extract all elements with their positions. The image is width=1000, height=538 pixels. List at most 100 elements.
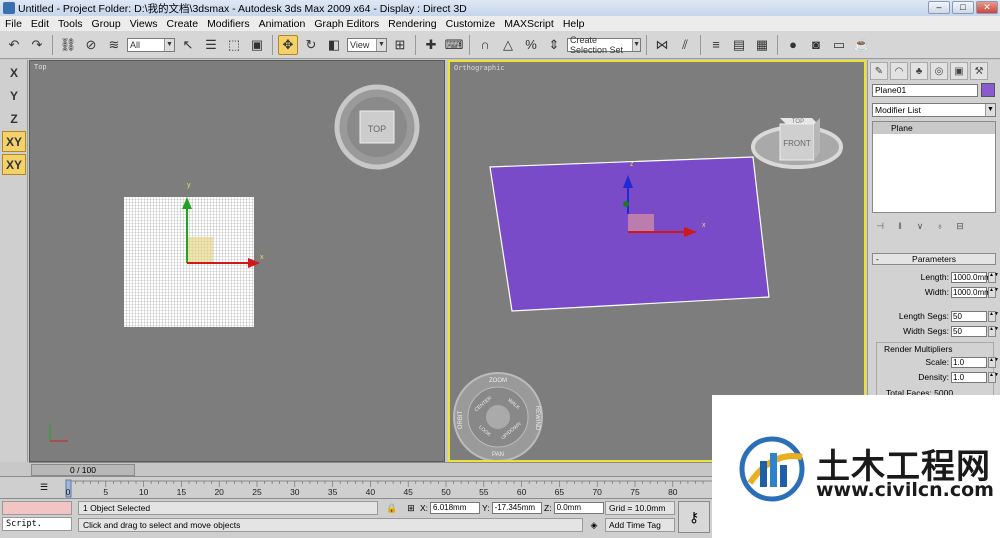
make-unique-icon[interactable]: ∨: [912, 219, 928, 233]
menu-file[interactable]: File: [0, 18, 26, 30]
configure-sets-icon[interactable]: ⊟: [952, 219, 968, 233]
select-object-icon[interactable]: ↖: [178, 35, 198, 55]
create-tab-icon[interactable]: ✎: [870, 62, 888, 80]
length-field[interactable]: 1000.0mm: [951, 271, 991, 283]
track-bar[interactable]: ☰ 0 5 10 15 20 25 30 35 40 45 50 55 60 65 70 75 80: [0, 476, 712, 498]
axis-xy-alt-button[interactable]: XY: [2, 154, 26, 175]
hierarchy-tab-icon[interactable]: ♣: [910, 62, 928, 80]
width-segs-field[interactable]: 50: [951, 325, 987, 337]
menu-customize[interactable]: Customize: [441, 18, 500, 30]
coord-z-field[interactable]: 0.0mm: [553, 502, 604, 514]
density-field[interactable]: 1.0: [951, 371, 987, 383]
parameters-rollout[interactable]: - Parameters: [872, 253, 996, 265]
coord-y-field[interactable]: -17.345mm: [491, 502, 542, 514]
selection-filter-dropdown[interactable]: All ▼: [127, 37, 175, 52]
menu-tools[interactable]: Tools: [53, 18, 87, 30]
minimize-icon[interactable]: –: [928, 1, 950, 14]
keyboard-shortcut-icon[interactable]: ⌨: [444, 35, 464, 55]
wheel-pan[interactable]: PAN: [492, 452, 504, 458]
wheel-zoom[interactable]: ZOOM: [489, 378, 507, 384]
bind-space-warp-icon[interactable]: ≋: [104, 35, 124, 55]
display-tab-icon[interactable]: ▣: [950, 62, 968, 80]
show-end-result-icon[interactable]: ‖: [892, 219, 908, 233]
maxscript-listener-output[interactable]: [2, 501, 72, 515]
length-spinner[interactable]: ▲▼: [988, 271, 999, 283]
time-tag-icon[interactable]: ◈: [588, 519, 600, 531]
spinner-snap-icon[interactable]: ⇕: [544, 35, 564, 55]
select-manipulate-icon[interactable]: ✚: [421, 35, 441, 55]
length-segs-field[interactable]: 50: [951, 310, 987, 322]
pivot-center-icon[interactable]: ⊞: [390, 35, 410, 55]
set-key-icon[interactable]: ⚷: [678, 501, 710, 533]
render-setup-icon[interactable]: ◙: [806, 35, 826, 55]
menu-views[interactable]: Views: [125, 18, 162, 30]
steering-wheel[interactable]: ZOOM ORBIT CENTER WALK REWIND LOOK UP/DO…: [453, 372, 543, 460]
coord-x-field[interactable]: 6.018mm: [430, 502, 481, 514]
reference-coordinate-dropdown[interactable]: View ▼: [347, 37, 387, 52]
remove-modifier-icon[interactable]: ♁: [932, 219, 948, 233]
width-spinner[interactable]: ▲▼: [988, 286, 999, 298]
width-segs-spinner[interactable]: ▲▼: [988, 325, 999, 337]
width-field[interactable]: 1000.0mm: [951, 286, 991, 298]
object-color-swatch[interactable]: [981, 83, 995, 97]
menu-edit[interactable]: Edit: [26, 18, 53, 30]
mirror-icon[interactable]: ⋈: [652, 35, 672, 55]
window-crossing-icon[interactable]: ▣: [247, 35, 267, 55]
select-link-icon[interactable]: ⛓: [58, 35, 78, 55]
unlink-icon[interactable]: ⊘: [81, 35, 101, 55]
stack-item-plane[interactable]: Plane: [873, 122, 995, 134]
menu-modifiers[interactable]: Modifiers: [202, 18, 254, 30]
material-editor-icon[interactable]: ●: [783, 35, 803, 55]
lock-selection-icon[interactable]: 🔒: [386, 502, 398, 514]
density-spinner[interactable]: ▲▼: [988, 371, 999, 383]
axis-x-button[interactable]: X: [2, 62, 26, 83]
modifier-list-dropdown[interactable]: Modifier List ▼: [872, 103, 996, 117]
menu-graph-editors[interactable]: Graph Editors: [309, 18, 383, 30]
select-and-move-icon[interactable]: ✥: [278, 34, 298, 55]
select-by-name-icon[interactable]: ☰: [201, 35, 221, 55]
scale-spinner[interactable]: ▲▼: [988, 356, 999, 368]
viewport-top[interactable]: Top y x TOP: [29, 60, 445, 462]
wheel-orbit[interactable]: ORBIT: [458, 411, 464, 430]
viewcube-ortho[interactable]: TOP FRONT: [751, 118, 843, 169]
percent-snap-icon[interactable]: %: [521, 35, 541, 55]
viewport-label[interactable]: Orthographic: [454, 64, 505, 72]
align-icon[interactable]: ⫽: [675, 35, 695, 55]
menu-rendering[interactable]: Rendering: [383, 18, 440, 30]
axis-xy-button[interactable]: XY: [2, 131, 26, 152]
redo-icon[interactable]: ↷: [27, 35, 47, 55]
viewport-label[interactable]: Top: [34, 63, 47, 71]
rendered-frame-window-icon[interactable]: ▭: [829, 35, 849, 55]
angle-snap-icon[interactable]: △: [498, 35, 518, 55]
length-segs-spinner[interactable]: ▲▼: [988, 310, 999, 322]
select-and-rotate-icon[interactable]: ↻: [301, 35, 321, 55]
maximize-icon[interactable]: □: [952, 1, 974, 14]
select-and-scale-icon[interactable]: ◧: [324, 35, 344, 55]
menu-maxscript[interactable]: MAXScript: [499, 18, 558, 30]
time-slider[interactable]: 0 / 100: [31, 464, 135, 476]
axis-y-button[interactable]: Y: [2, 85, 26, 106]
scale-field[interactable]: 1.0: [951, 356, 987, 368]
named-selection-sets-dropdown[interactable]: Create Selection Set ▼: [567, 35, 641, 55]
undo-icon[interactable]: ↶: [4, 35, 24, 55]
menu-help[interactable]: Help: [558, 18, 589, 30]
menu-create[interactable]: Create: [162, 18, 203, 30]
pin-stack-icon[interactable]: ⊣: [872, 219, 888, 233]
app-icon[interactable]: [3, 2, 15, 14]
utilities-tab-icon[interactable]: ⚒: [970, 62, 988, 80]
menu-group[interactable]: Group: [87, 18, 125, 30]
snaps-toggle-icon[interactable]: ∩: [475, 35, 495, 55]
wheel-rewind[interactable]: REWIND: [534, 406, 540, 431]
close-icon[interactable]: ✕: [976, 1, 998, 14]
render-production-icon[interactable]: ☕: [852, 35, 872, 55]
add-time-tag[interactable]: Add Time Tag: [605, 518, 675, 532]
motion-tab-icon[interactable]: ◎: [930, 62, 948, 80]
schematic-view-icon[interactable]: ▦: [752, 35, 772, 55]
layer-manager-icon[interactable]: ≡: [706, 35, 726, 55]
axis-z-button[interactable]: Z: [2, 108, 26, 129]
gizmo-plane-handle[interactable]: [628, 214, 654, 232]
object-name-field[interactable]: Plane01: [872, 84, 978, 97]
maxscript-listener-input[interactable]: Script.: [2, 517, 72, 531]
menu-animation[interactable]: Animation: [254, 18, 310, 30]
modify-tab-icon[interactable]: ◠: [890, 62, 908, 80]
